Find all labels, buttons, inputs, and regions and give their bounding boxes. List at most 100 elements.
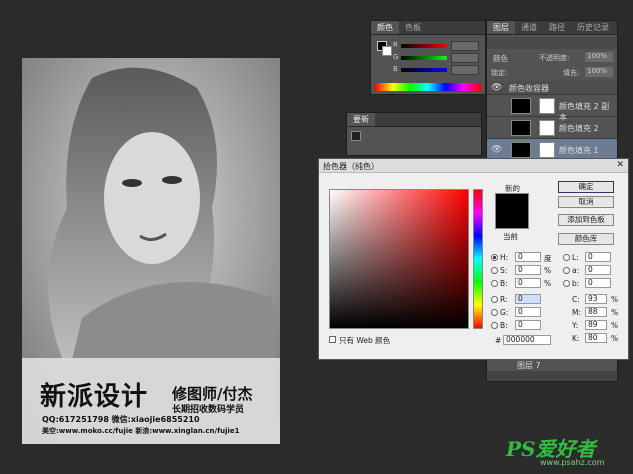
color-ramp[interactable] xyxy=(375,83,481,91)
b-label: B xyxy=(393,65,398,73)
s-unit: % xyxy=(544,266,552,275)
adjust-icon[interactable] xyxy=(351,131,361,141)
m-field[interactable]: 88 xyxy=(585,307,607,317)
color-field[interactable] xyxy=(329,189,469,329)
b-field[interactable]: 0 xyxy=(515,278,541,288)
close-icon[interactable]: ✕ xyxy=(616,160,624,170)
web-only-checkbox[interactable] xyxy=(329,336,336,343)
y-field[interactable]: 89 xyxy=(585,320,607,330)
tab-channels[interactable]: 通道 xyxy=(515,21,543,34)
tab-layers[interactable]: 图层 xyxy=(487,21,515,34)
opacity-value[interactable]: 100% xyxy=(585,52,613,62)
background-swatch[interactable] xyxy=(382,46,392,56)
layer-group[interactable]: 👁 颜色收容器 xyxy=(487,81,617,95)
layer-name: 颜色填充 1 xyxy=(559,146,599,155)
watermark-url: www.psahz.com xyxy=(540,458,605,467)
tab-swatches[interactable]: 色板 xyxy=(399,21,427,34)
layer-thumb xyxy=(511,142,531,158)
blend-mode-select[interactable]: 颜色 xyxy=(493,53,508,64)
radio-lab-b[interactable] xyxy=(563,280,570,287)
cancel-button[interactable]: 取消 xyxy=(558,196,614,208)
b-label: B: xyxy=(500,279,508,288)
fill-label: 填充: xyxy=(563,69,580,77)
g-slider[interactable] xyxy=(401,56,447,60)
a-label: a: xyxy=(572,266,580,275)
color-panel: 颜色 色板 R G B xyxy=(370,20,486,95)
layer-row-bottom[interactable]: 图层 7 xyxy=(487,359,617,371)
color-libraries-button[interactable]: 颜色库 xyxy=(558,233,614,245)
m-label: M: xyxy=(572,308,581,317)
hue-slider[interactable] xyxy=(473,189,483,329)
l-field[interactable]: 0 xyxy=(585,252,611,262)
layer-thumb xyxy=(511,120,531,136)
k-label: K: xyxy=(572,334,580,343)
opacity-label: 不透明度: xyxy=(539,54,570,62)
eye-icon[interactable]: 👁 xyxy=(491,145,502,155)
r-label: R: xyxy=(500,295,508,304)
y-unit: % xyxy=(611,321,619,330)
g-label: G: xyxy=(500,308,509,317)
layer-thumb xyxy=(511,98,531,114)
hex-label: # xyxy=(495,336,502,345)
c-field[interactable]: 93 xyxy=(585,294,607,304)
ok-button[interactable]: 确定 xyxy=(558,181,614,193)
layer-mask xyxy=(539,142,555,158)
dialog-title: 拾色器（纯色） xyxy=(323,162,379,171)
doc-title-big: 新派设计 xyxy=(40,382,149,412)
y-label: Y: xyxy=(572,321,579,330)
doc-title-small: 修图师/付杰 xyxy=(172,385,253,403)
c-label: C: xyxy=(572,295,580,304)
document-canvas[interactable]: 新派设计 修图师/付杰 长期招收数码学员 QQ:617251798 微信:xia… xyxy=(22,58,280,444)
h-label: H: xyxy=(500,253,509,262)
radio-g[interactable] xyxy=(491,309,498,316)
h-field[interactable]: 0 xyxy=(515,252,541,262)
r-field[interactable]: 0 xyxy=(515,294,541,304)
lab-b-label: b: xyxy=(572,279,580,288)
lock-label: 锁定: xyxy=(491,69,508,77)
r-slider[interactable] xyxy=(401,44,447,48)
radio-blue[interactable] xyxy=(491,322,498,329)
hex-field[interactable]: 000000 xyxy=(503,335,551,345)
tab-paths[interactable]: 路径 xyxy=(543,21,571,34)
eye-icon[interactable]: 👁 xyxy=(491,83,502,93)
tab-history[interactable]: 历史记录 xyxy=(571,21,615,34)
c-unit: % xyxy=(611,295,619,304)
web-only-label: 只有 Web 颜色 xyxy=(339,336,391,345)
fill-value[interactable]: 100% xyxy=(585,67,613,77)
radio-s[interactable] xyxy=(491,267,498,274)
layer-name: 图层 7 xyxy=(517,361,541,370)
lab-b-field[interactable]: 0 xyxy=(585,278,611,288)
radio-h[interactable] xyxy=(491,254,498,261)
filter-row xyxy=(487,37,617,49)
s-label: S: xyxy=(500,266,508,275)
b-slider[interactable] xyxy=(401,68,447,72)
s-field[interactable]: 0 xyxy=(515,265,541,275)
layers-footer-toolbar[interactable] xyxy=(487,371,617,381)
h-unit: 度 xyxy=(544,254,552,263)
radio-b[interactable] xyxy=(491,280,498,287)
layer-row[interactable]: 颜色填充 2 副本 xyxy=(487,95,617,122)
a-field[interactable]: 0 xyxy=(585,265,611,275)
group-name: 颜色收容器 xyxy=(509,84,549,93)
r-label: R xyxy=(393,41,398,49)
radio-a[interactable] xyxy=(563,267,570,274)
g-label: G xyxy=(393,53,399,61)
tab-color[interactable]: 颜色 xyxy=(371,21,399,34)
g-value-box[interactable] xyxy=(451,53,479,63)
radio-r[interactable] xyxy=(491,296,498,303)
doc-url-line: 美空:www.moko.cc/fujie 新浪:www.xinglan.cn/f… xyxy=(42,427,240,435)
g-field[interactable]: 0 xyxy=(515,307,541,317)
k-field[interactable]: 80 xyxy=(585,333,607,343)
blue-field[interactable]: 0 xyxy=(515,320,541,330)
layer-row[interactable]: 颜色填充 2 xyxy=(487,117,617,139)
r-value-box[interactable] xyxy=(451,41,479,51)
tab-adjust[interactable]: 要新 xyxy=(347,113,375,126)
m-unit: % xyxy=(611,308,619,317)
b-value-box[interactable] xyxy=(451,65,479,75)
add-to-swatches-button[interactable]: 添加到色板 xyxy=(558,214,614,226)
k-unit: % xyxy=(611,334,619,343)
color-picker-dialog: 拾色器（纯色） ✕ 新的 当前 确定 取消 添加到色板 颜色库 H: 0 度 S… xyxy=(318,158,629,360)
layer-mask xyxy=(539,120,555,136)
dialog-titlebar: 拾色器（纯色） ✕ xyxy=(319,159,628,173)
radio-l[interactable] xyxy=(563,254,570,261)
